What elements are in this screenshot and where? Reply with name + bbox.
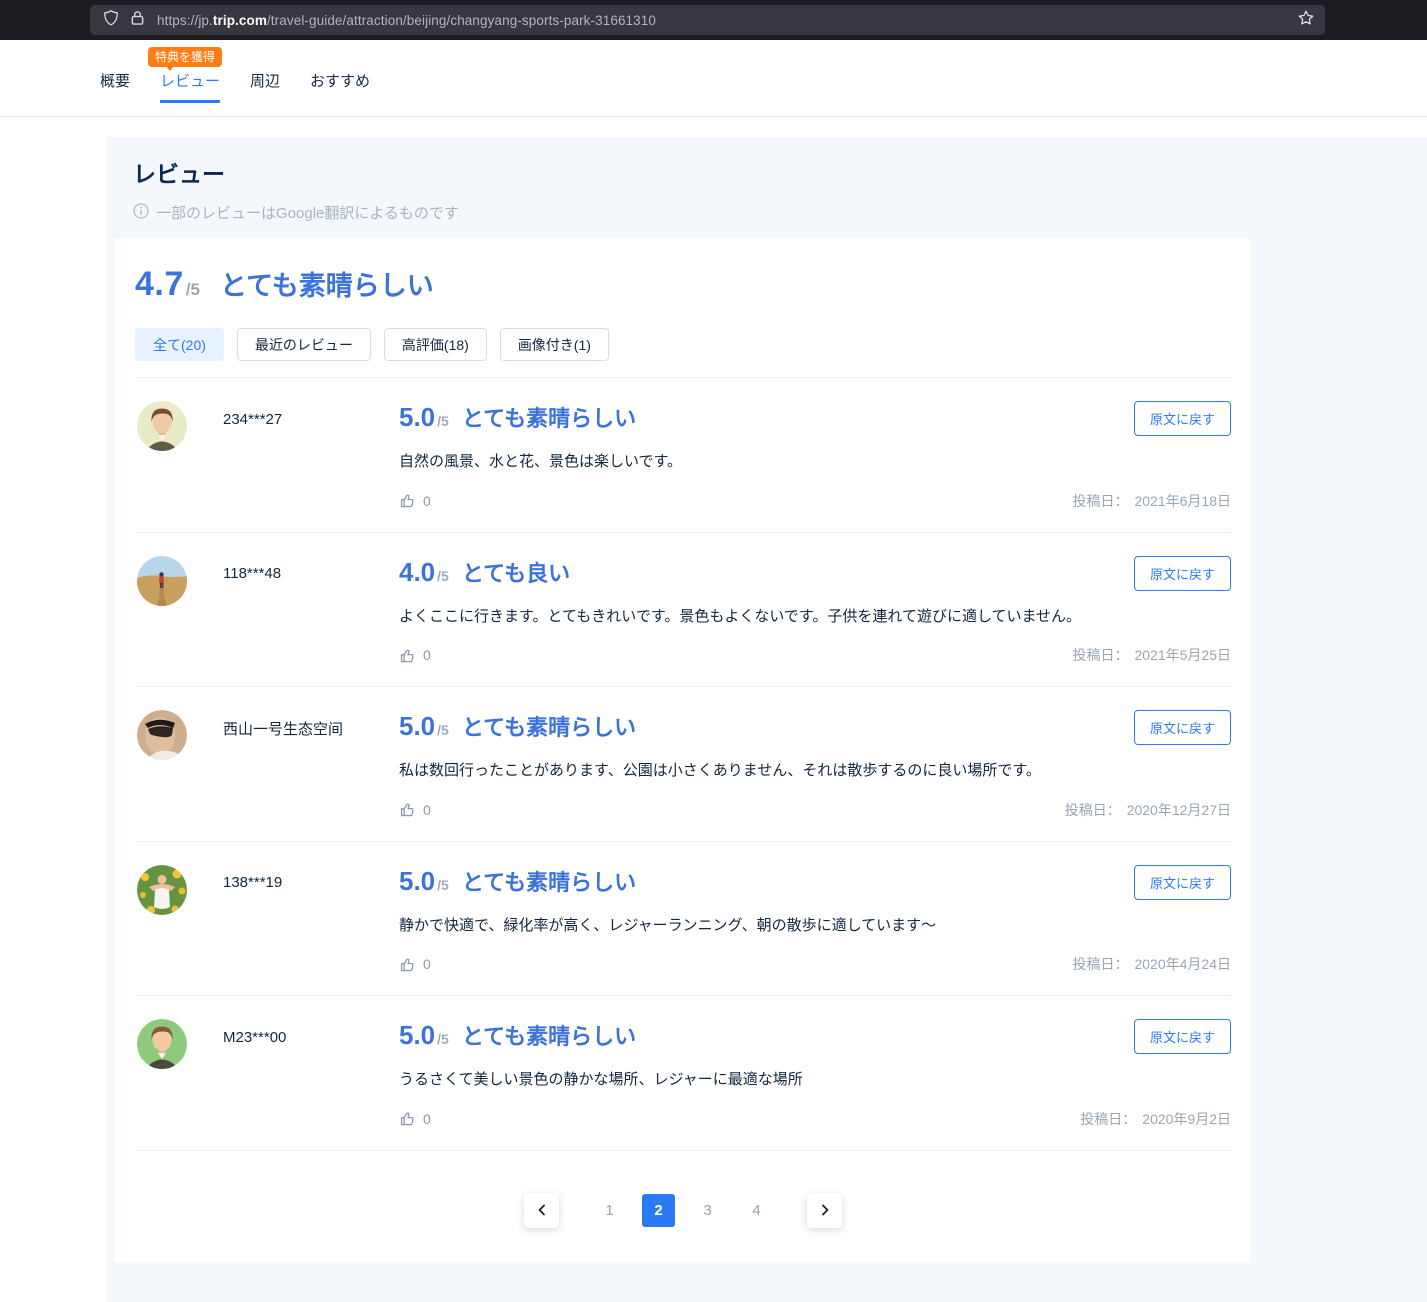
like-button[interactable]: 0 bbox=[399, 801, 431, 818]
review-text: よくここに行きます。とてもきれいです。景色もよくないです。子供を連れて遊びに適し… bbox=[399, 606, 1231, 629]
review-score: 5.0 bbox=[399, 402, 435, 433]
review-score-suffix: /5 bbox=[437, 568, 449, 584]
address-bar[interactable]: https://jp.trip.com/travel-guide/attract… bbox=[90, 5, 1325, 35]
restore-original-button[interactable]: 原文に戻す bbox=[1134, 865, 1231, 900]
next-page-button[interactable] bbox=[807, 1193, 842, 1228]
overall-rating: 4.7 /5 とても素晴らしい bbox=[135, 264, 1231, 304]
avatar[interactable] bbox=[137, 1019, 187, 1069]
review-filters: 全て(20) 最近のレビュー 高評価(18) 画像付き(1) bbox=[135, 328, 1231, 361]
review-score-suffix: /5 bbox=[437, 877, 449, 893]
page-1[interactable]: 1 bbox=[593, 1194, 626, 1227]
filter-high-rating[interactable]: 高評価(18) bbox=[384, 328, 487, 361]
tab-reviews[interactable]: レビュー bbox=[160, 70, 220, 103]
page-3[interactable]: 3 bbox=[691, 1194, 724, 1227]
page-4[interactable]: 4 bbox=[740, 1194, 773, 1227]
reviews-section: レビュー 一部のレビューはGoogle翻訳によるものです 4.7 /5 とても素… bbox=[107, 137, 1427, 1302]
avatar[interactable] bbox=[137, 556, 187, 606]
url-domain: trip.com bbox=[213, 13, 267, 28]
review-item: 西山一号生态空间 5.0 /5 とても素晴らしい 原文に戻す 私は数回行ったこと… bbox=[135, 687, 1231, 842]
restore-original-button[interactable]: 原文に戻す bbox=[1134, 1019, 1231, 1054]
filter-all[interactable]: 全て(20) bbox=[135, 328, 224, 361]
shield-icon[interactable] bbox=[102, 9, 120, 32]
attraction-tab-bar: 特典を獲得 概要 レビュー 周辺 おすすめ bbox=[0, 40, 1427, 117]
review-score: 4.0 bbox=[399, 557, 435, 588]
review-text: 私は数回行ったことがあります、公園は小さくありません、それは散歩するのに良い場所… bbox=[399, 760, 1231, 783]
avatar[interactable] bbox=[137, 865, 187, 915]
review-text: 自然の風景、水と花、景色は楽しいです。 bbox=[399, 451, 1231, 474]
review-date: 投稿日：2021年6月18日 bbox=[1072, 491, 1231, 511]
filter-recent[interactable]: 最近のレビュー bbox=[237, 328, 371, 361]
reviewer-name[interactable]: 118***48 bbox=[205, 565, 281, 582]
like-button[interactable]: 0 bbox=[399, 647, 431, 664]
review-item: 138***19 5.0 /5 とても素晴らしい 原文に戻す 静かで快適で、緑化… bbox=[135, 842, 1231, 997]
review-item: 118***48 4.0 /5 とても良い 原文に戻す よくここに行きます。とて… bbox=[135, 533, 1231, 688]
review-score-label: とても素晴らしい bbox=[462, 401, 636, 433]
review-score-label: とても良い bbox=[462, 556, 570, 588]
review-date: 投稿日：2020年4月24日 bbox=[1072, 954, 1231, 974]
section-title: レビュー bbox=[133, 155, 1401, 189]
like-count: 0 bbox=[423, 956, 431, 972]
like-count: 0 bbox=[423, 493, 431, 509]
url-text[interactable]: https://jp.trip.com/travel-guide/attract… bbox=[157, 13, 656, 28]
review-score-label: とても素晴らしい bbox=[462, 710, 636, 742]
url-prefix: https://jp. bbox=[157, 13, 213, 28]
review-score: 5.0 bbox=[399, 711, 435, 742]
review-item: 234***27 5.0 /5 とても素晴らしい 原文に戻す 自然の風景、水と花… bbox=[135, 378, 1231, 533]
review-score-suffix: /5 bbox=[437, 413, 449, 429]
review-item: M23***00 5.0 /5 とても素晴らしい 原文に戻す うるさくて美しい景… bbox=[135, 996, 1231, 1151]
review-score-suffix: /5 bbox=[437, 1031, 449, 1047]
restore-original-button[interactable]: 原文に戻す bbox=[1134, 710, 1231, 745]
reviewer-name[interactable]: M23***00 bbox=[205, 1029, 286, 1046]
promo-badge[interactable]: 特典を獲得 bbox=[148, 47, 222, 67]
info-icon bbox=[133, 203, 149, 223]
pagination: 1 2 3 4 bbox=[135, 1193, 1231, 1228]
like-button[interactable]: 0 bbox=[399, 1110, 431, 1127]
like-count: 0 bbox=[423, 802, 431, 818]
lock-icon[interactable] bbox=[130, 10, 145, 31]
overall-score-suffix: /5 bbox=[186, 280, 200, 300]
review-text: うるさくて美しい景色の静かな場所、レジャーに最適な場所 bbox=[399, 1069, 1231, 1092]
page-2[interactable]: 2 bbox=[642, 1194, 675, 1227]
restore-original-button[interactable]: 原文に戻す bbox=[1134, 401, 1231, 436]
avatar[interactable] bbox=[137, 401, 187, 451]
like-count: 0 bbox=[423, 1111, 431, 1127]
review-score-suffix: /5 bbox=[437, 722, 449, 738]
like-button[interactable]: 0 bbox=[399, 492, 431, 509]
review-date: 投稿日：2020年9月2日 bbox=[1080, 1109, 1231, 1129]
reviewer-name[interactable]: 西山一号生态空间 bbox=[205, 718, 343, 739]
review-score-label: とても素晴らしい bbox=[462, 865, 636, 897]
like-count: 0 bbox=[423, 647, 431, 663]
overall-score: 4.7 bbox=[135, 265, 184, 304]
review-score: 5.0 bbox=[399, 866, 435, 897]
review-text: 静かで快適で、緑化率が高く、レジャーランニング、朝の散歩に適しています〜 bbox=[399, 915, 1231, 938]
reviewer-name[interactable]: 138***19 bbox=[205, 874, 282, 891]
tab-overview[interactable]: 概要 bbox=[100, 70, 130, 103]
review-score-label: とても素晴らしい bbox=[462, 1019, 636, 1051]
reviews-card: 4.7 /5 とても素晴らしい 全て(20) 最近のレビュー 高評価(18) 画… bbox=[115, 238, 1251, 1262]
browser-toolbar: https://jp.trip.com/travel-guide/attract… bbox=[0, 0, 1427, 40]
tab-recommended[interactable]: おすすめ bbox=[310, 70, 370, 103]
translation-notice: 一部のレビューはGoogle翻訳によるものです bbox=[156, 202, 459, 223]
review-date: 投稿日：2020年12月27日 bbox=[1065, 800, 1231, 820]
avatar[interactable] bbox=[137, 710, 187, 760]
bookmark-star-icon[interactable] bbox=[1297, 9, 1315, 32]
like-button[interactable]: 0 bbox=[399, 956, 431, 973]
restore-original-button[interactable]: 原文に戻す bbox=[1134, 556, 1231, 591]
url-path: /travel-guide/attraction/beijing/changya… bbox=[267, 13, 656, 28]
review-date: 投稿日：2021年5月25日 bbox=[1072, 645, 1231, 665]
reviewer-name[interactable]: 234***27 bbox=[205, 411, 282, 428]
prev-page-button[interactable] bbox=[524, 1193, 559, 1228]
review-score: 5.0 bbox=[399, 1020, 435, 1051]
filter-with-images[interactable]: 画像付き(1) bbox=[500, 328, 609, 361]
overall-score-label: とても素晴らしい bbox=[220, 264, 434, 303]
tab-nearby[interactable]: 周辺 bbox=[250, 70, 280, 103]
